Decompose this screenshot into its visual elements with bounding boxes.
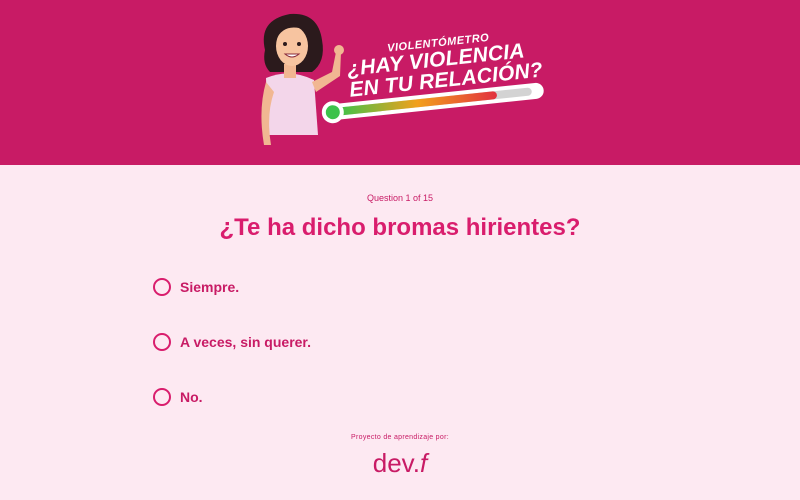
radio-button[interactable] bbox=[153, 333, 171, 351]
option-a-veces[interactable]: A veces, sin querer. bbox=[153, 330, 311, 354]
hand-shape bbox=[334, 45, 344, 55]
option-label: A veces, sin querer. bbox=[180, 334, 311, 350]
eye-right bbox=[297, 42, 301, 46]
logo-mark: f bbox=[419, 448, 428, 478]
option-siempre[interactable]: Siempre. bbox=[153, 275, 311, 299]
neck-shape bbox=[284, 64, 296, 78]
option-no[interactable]: No. bbox=[153, 385, 311, 409]
shirt-shape bbox=[266, 73, 318, 135]
radio-button[interactable] bbox=[153, 278, 171, 296]
option-label: Siempre. bbox=[180, 279, 240, 295]
question-counter: Question 1 of 15 bbox=[366, 193, 434, 203]
footer-note: Proyecto de aprendizaje por: bbox=[351, 434, 449, 441]
radio-button[interactable] bbox=[153, 388, 171, 406]
eye-left bbox=[283, 42, 287, 46]
devf-logo[interactable]: dev.f bbox=[0, 448, 800, 479]
question-title: ¿Te ha dicho bromas hirientes? bbox=[219, 214, 581, 241]
option-label: No. bbox=[180, 389, 203, 405]
hero-banner: VIOLENTÓMETRO ¿HAY VIOLENCIA EN TU RELAC… bbox=[0, 0, 800, 165]
logo-main-text: dev. bbox=[372, 448, 420, 478]
answer-options: Siempre. A veces, sin querer. No. bbox=[153, 275, 311, 440]
